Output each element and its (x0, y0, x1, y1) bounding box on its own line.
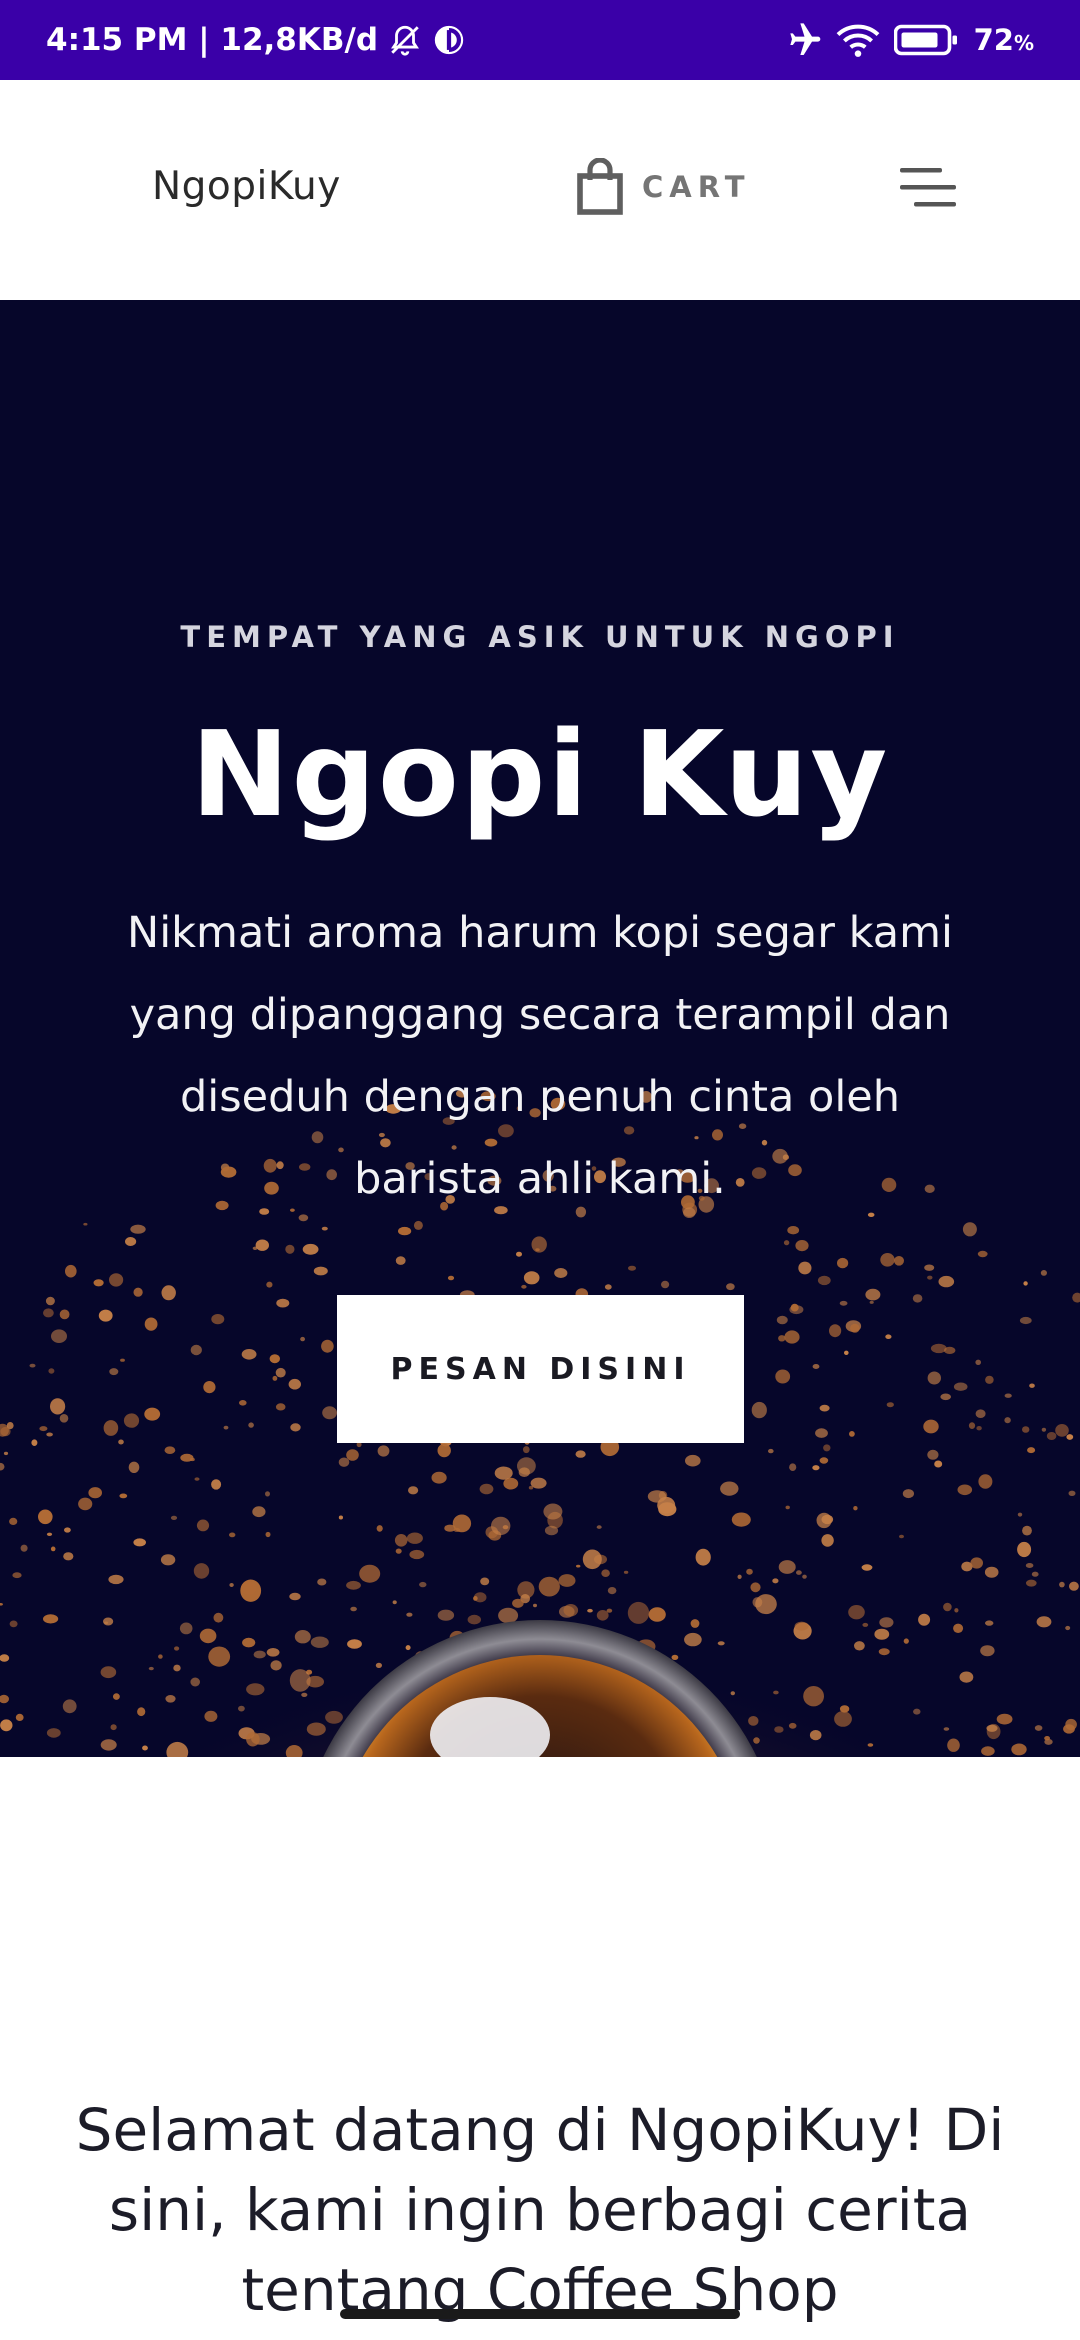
cart-link[interactable]: CART (576, 158, 751, 216)
battery-percentage: 72% (973, 23, 1034, 57)
brand-logo-text[interactable]: NgopiKuy (152, 164, 341, 209)
hero-description: Nikmati aroma harum kopi segar kami yang… (127, 908, 953, 1204)
hero-title: Ngopi Kuy (190, 705, 890, 843)
menu-icon (900, 168, 956, 207)
welcome-text: Selamat datang di NgopiKuy! Di sini, kam… (75, 2096, 1005, 2324)
battery-icon (893, 23, 960, 57)
bell-off-icon (388, 23, 422, 57)
status-right: 72% (782, 20, 1034, 60)
home-indicator[interactable] (340, 2309, 740, 2319)
status-time: 4:15 PM | 12,8KB/d (46, 22, 379, 58)
data-saver-icon (432, 23, 466, 57)
welcome-section: Selamat datang di NgopiKuy! Di sini, kam… (60, 2090, 1020, 2330)
status-bar: 4:15 PM | 12,8KB/d 72% (0, 0, 1080, 80)
hero-section: TEMPAT YANG ASIK UNTUK NGOPI Ngopi Kuy N… (0, 300, 1080, 1757)
hero-tagline: TEMPAT YANG ASIK UNTUK NGOPI (180, 620, 900, 654)
shopping-bag-icon (576, 158, 624, 216)
order-now-button[interactable]: PESAN DISINI (337, 1295, 744, 1443)
menu-button[interactable] (900, 166, 958, 210)
cart-label: CART (642, 170, 751, 204)
status-left: 4:15 PM | 12,8KB/d (46, 22, 466, 58)
wifi-icon (836, 20, 880, 60)
navbar: NgopiKuy CART (0, 80, 1080, 300)
airplane-icon (782, 20, 822, 60)
